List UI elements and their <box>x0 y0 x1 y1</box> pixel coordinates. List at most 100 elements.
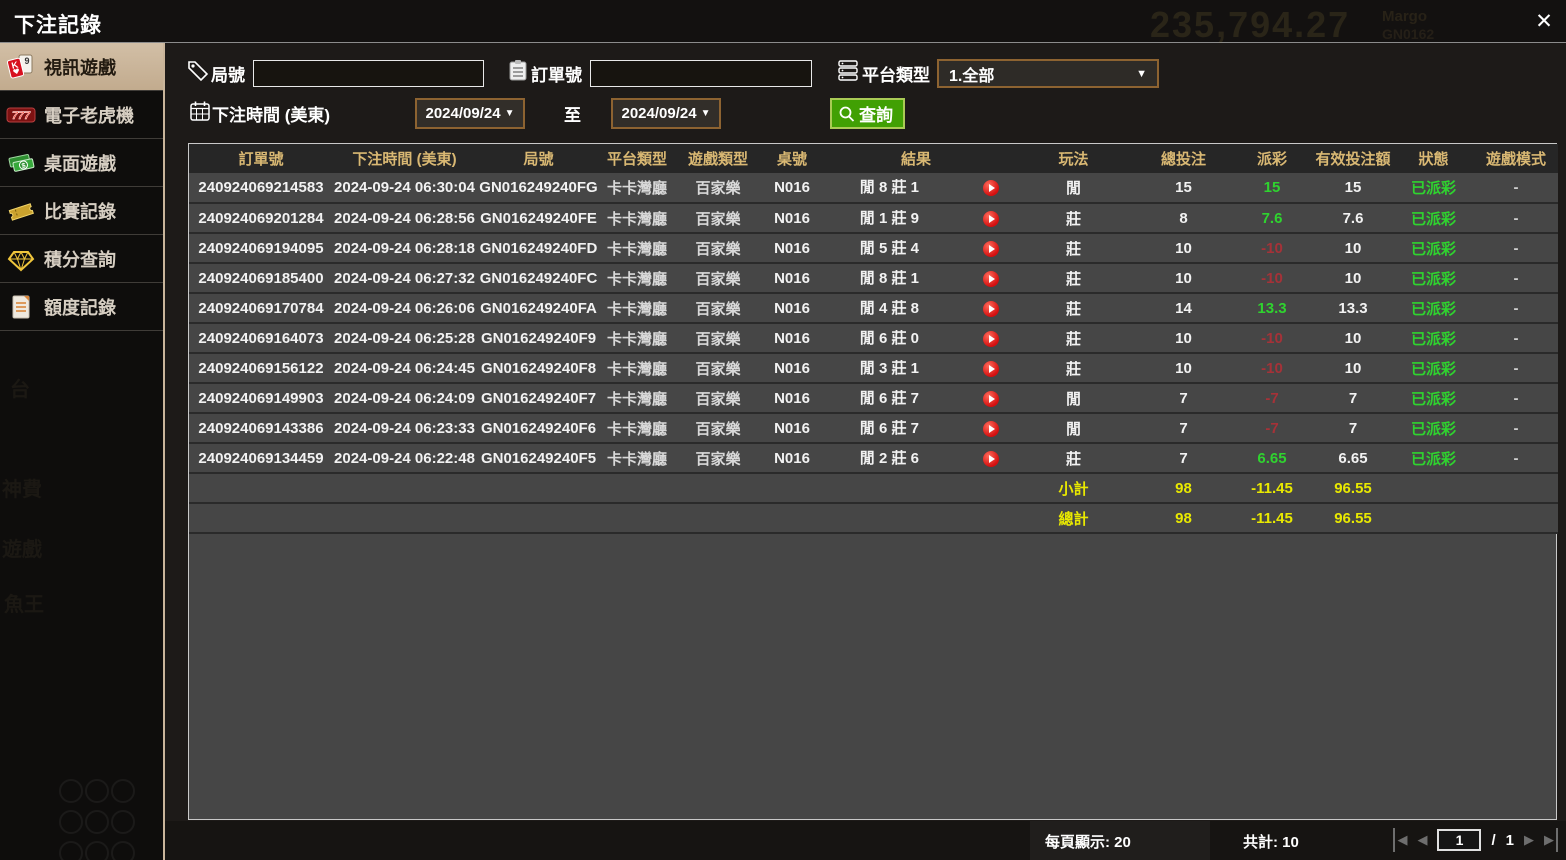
titlebar: 235,794.27 Margo GN0162 下注記錄 ✕ <box>0 0 1566 43</box>
replay-video-icon[interactable] <box>983 301 999 317</box>
next-page-icon[interactable]: ▶ <box>1524 828 1534 852</box>
replay-video-icon[interactable] <box>983 391 999 407</box>
page-total: 1 <box>1506 832 1514 849</box>
first-page-icon[interactable]: ◀ <box>1393 828 1407 852</box>
sidebar-item-label: 比賽記錄 <box>44 198 116 224</box>
background-text: 遊戲 <box>2 533 42 562</box>
background-text: 魚王 <box>4 588 44 617</box>
sidebar: 9 K 視訊遊戲 777 電子老虎機 <box>0 43 165 860</box>
page-number-input[interactable] <box>1437 829 1481 851</box>
close-icon[interactable]: ✕ <box>1532 11 1556 35</box>
replay-video-icon[interactable] <box>983 180 999 196</box>
date-to-value: 2024/09/24 <box>622 105 697 122</box>
date-to-select[interactable]: 2024/09/24 ▼ <box>611 98 721 129</box>
platform-type-value: 1.全部 <box>949 62 994 86</box>
column-header: 遊戲類型 <box>673 144 763 173</box>
result-text: 閒 2 莊 6 <box>821 444 958 473</box>
per-page-label: 每頁顯示: 20 <box>1045 831 1131 852</box>
column-header: 桌號 <box>763 144 821 173</box>
table-header-row: 訂單號下注時間 (美東)局號平台類型遊戲類型桌號結果玩法總投注派彩有效投注額狀態… <box>189 144 1558 173</box>
date-from-value: 2024/09/24 <box>426 105 501 122</box>
sidebar-item-quota-records[interactable]: 額度記錄 <box>0 283 163 331</box>
background-roadmap <box>58 778 148 860</box>
platform-stack-icon <box>837 59 859 81</box>
table-row: 240924069143386 2024-09-24 06:23:33 GN01… <box>189 413 1558 443</box>
column-header: 狀態 <box>1393 144 1474 173</box>
replay-video-icon[interactable] <box>983 211 999 227</box>
sidebar-item-label: 視訊遊戲 <box>44 54 116 80</box>
table-row: 240924069164073 2024-09-24 06:25:28 GN01… <box>189 323 1558 353</box>
table-row: 240924069185400 2024-09-24 06:27:32 GN01… <box>189 263 1558 293</box>
search-button-label: 查詢 <box>859 101 893 126</box>
ticket-icon <box>6 196 36 226</box>
order-number-input[interactable] <box>590 60 812 87</box>
sidebar-item-label: 電子老虎機 <box>44 102 134 128</box>
date-range-to-label: 至 <box>564 101 581 126</box>
bet-records-table-panel: 訂單號下注時間 (美東)局號平台類型遊戲類型桌號結果玩法總投注派彩有效投注額狀態… <box>188 143 1557 820</box>
column-header: 遊戲模式 <box>1474 144 1558 173</box>
platform-type-select[interactable]: 1.全部 ▼ <box>937 59 1159 88</box>
table-body: 240924069214583 2024-09-24 06:30:04 GN01… <box>189 173 1558 533</box>
replay-video-icon[interactable] <box>983 361 999 377</box>
result-text: 閒 8 莊 1 <box>821 173 958 203</box>
platform-type-label: 平台類型 <box>862 61 930 86</box>
column-header: 總投注 <box>1136 144 1231 173</box>
replay-video-icon[interactable] <box>983 331 999 347</box>
sidebar-item-slots[interactable]: 777 電子老虎機 <box>0 91 163 139</box>
grand-total-label: 共計: 10 <box>1243 831 1299 852</box>
column-header: 派彩 <box>1231 144 1313 173</box>
column-header: 玩法 <box>1011 144 1136 173</box>
page-title: 下注記錄 <box>14 9 102 39</box>
order-number-label: 訂單號 <box>531 61 582 86</box>
result-text: 閒 3 莊 1 <box>821 354 958 383</box>
date-from-select[interactable]: 2024/09/24 ▼ <box>415 98 525 129</box>
last-page-icon[interactable]: ▶ <box>1544 828 1558 852</box>
diamond-icon <box>6 244 36 274</box>
column-header: 局號 <box>476 144 601 173</box>
table-row: 240924069156122 2024-09-24 06:24:45 GN01… <box>189 353 1558 383</box>
table-row: 240924069201284 2024-09-24 06:28:56 GN01… <box>189 203 1558 233</box>
column-header: 有效投注額 <box>1313 144 1393 173</box>
svg-text:777: 777 <box>12 110 31 122</box>
background-balance: 235,794.27 <box>1150 4 1350 46</box>
replay-video-icon[interactable] <box>983 241 999 257</box>
bet-time-label: 下注時間 (美東) <box>212 101 330 126</box>
background-round-code: GN0162 <box>1382 26 1434 42</box>
replay-video-icon[interactable] <box>983 271 999 287</box>
chevron-down-icon: ▼ <box>505 108 515 119</box>
table-row: 240924069214583 2024-09-24 06:30:04 GN01… <box>189 173 1558 203</box>
sidebar-item-points-query[interactable]: 積分查詢 <box>0 235 163 283</box>
pager: ◀ ◀ / 1 ▶ ▶ <box>1393 828 1558 852</box>
result-text: 閒 8 莊 1 <box>821 264 958 293</box>
sidebar-item-video-games[interactable]: 9 K 視訊遊戲 <box>0 43 163 91</box>
result-text: 閒 6 莊 0 <box>821 324 958 353</box>
result-text: 閒 6 莊 7 <box>821 384 958 413</box>
document-icon <box>6 292 36 322</box>
sidebar-item-match-records[interactable]: 比賽記錄 <box>0 187 163 235</box>
replay-video-icon[interactable] <box>983 451 999 467</box>
sidebar-item-label: 額度記錄 <box>44 294 116 320</box>
column-header: 平台類型 <box>601 144 673 173</box>
footer-bar: 每頁顯示: 20 共計: 10 ◀ ◀ / 1 ▶ ▶ <box>165 821 1566 860</box>
page-separator: / <box>1491 832 1495 849</box>
video-games-cards-icon: 9 K <box>6 52 36 82</box>
replay-video-icon[interactable] <box>983 421 999 437</box>
round-number-label: 局號 <box>211 61 245 86</box>
svg-text:9: 9 <box>24 56 29 66</box>
sidebar-item-label: 積分查詢 <box>44 246 116 272</box>
chevron-down-icon: ▼ <box>1136 68 1147 80</box>
result-text: 閒 4 莊 8 <box>821 294 958 323</box>
tag-icon <box>187 60 209 82</box>
prev-page-icon[interactable]: ◀ <box>1417 828 1427 852</box>
result-text: 閒 5 莊 4 <box>821 234 958 263</box>
sidebar-item-table-games[interactable]: $ 桌面遊戲 <box>0 139 163 187</box>
table-row: 240924069194095 2024-09-24 06:28:18 GN01… <box>189 233 1558 263</box>
table-row: 240924069149903 2024-09-24 06:24:09 GN01… <box>189 383 1558 413</box>
sidebar-item-label: 桌面遊戲 <box>44 150 116 176</box>
table-row: 240924069170784 2024-09-24 06:26:06 GN01… <box>189 293 1558 323</box>
search-button[interactable]: 查詢 <box>830 98 905 129</box>
background-text: 神費 <box>2 473 42 502</box>
clipboard-icon <box>507 59 529 81</box>
main-content: 局號 訂單號 平台類型 1.全部 ▼ <box>165 43 1566 860</box>
round-number-input[interactable] <box>253 60 484 87</box>
